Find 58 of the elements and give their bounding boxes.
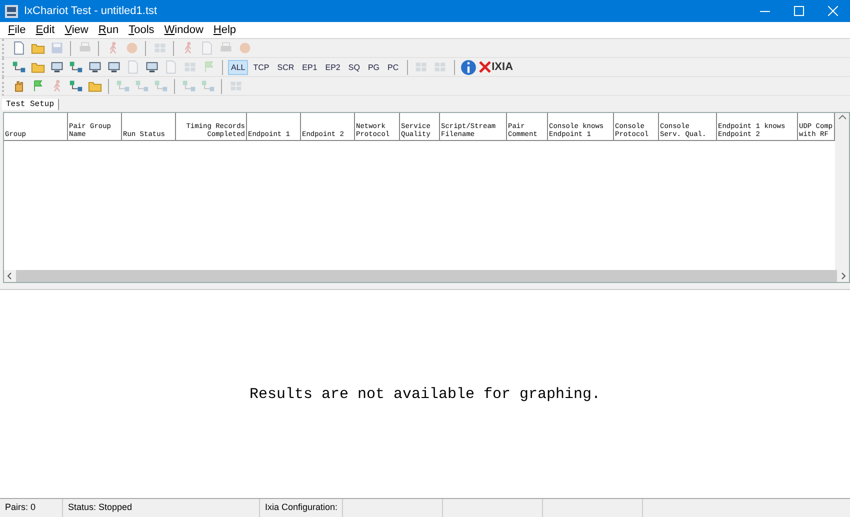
stop-icon: [124, 41, 138, 55]
computer-icon: [106, 60, 120, 74]
status-text: Status: Stopped: [63, 499, 260, 517]
menu-item[interactable]: Edit: [30, 24, 60, 36]
grid-icon: [228, 79, 242, 93]
filter-button[interactable]: SCR: [274, 60, 298, 74]
horizontal-scrollbar[interactable]: [4, 270, 849, 282]
nodes-icon: [200, 79, 214, 93]
document-icon: [200, 41, 214, 55]
nodes-icon: [154, 79, 168, 93]
nodes-icon: [134, 79, 148, 93]
vertical-scrollbar[interactable]: [835, 113, 849, 270]
grid-icon: [182, 60, 196, 74]
grid-icon: [433, 60, 448, 74]
folder-icon: [88, 79, 102, 93]
filter-button[interactable]: TCP: [250, 60, 272, 74]
nodes-icon: [12, 60, 26, 74]
document-icon: [126, 60, 140, 74]
computer-icon: [144, 60, 158, 74]
scroll-left-icon[interactable]: [6, 272, 14, 280]
scroll-up-icon[interactable]: [838, 113, 846, 122]
computer-icon: [88, 60, 102, 74]
status-text: Ixia Configuration:: [260, 499, 343, 517]
menu-item[interactable]: File: [3, 24, 31, 36]
info-icon[interactable]: [460, 58, 477, 76]
filter-button[interactable]: PG: [364, 60, 382, 74]
logo-text: IXIA: [492, 61, 514, 73]
filter-button[interactable]: EP1: [299, 60, 320, 74]
filter-button[interactable]: SQ: [345, 60, 363, 74]
computer-icon: [50, 60, 64, 74]
filter-button[interactable]: ALL: [228, 60, 248, 74]
menu-item[interactable]: View: [60, 24, 94, 36]
document-icon: [164, 60, 178, 74]
app-icon: [5, 4, 18, 18]
close-icon: [828, 6, 838, 16]
window-title: IxChariot Test - untitled1.tst: [24, 5, 158, 17]
status-text: Pairs: 0: [0, 499, 63, 517]
tab[interactable]: Test Setup: [2, 99, 60, 110]
folder-icon: [30, 41, 44, 55]
menu-item[interactable]: Help: [208, 24, 242, 36]
folder-icon: [30, 60, 44, 74]
menu-item[interactable]: Tools: [124, 24, 160, 36]
scroll-right-icon[interactable]: [839, 272, 847, 280]
filter-button[interactable]: EP2: [322, 60, 344, 74]
nodes-icon: [68, 60, 82, 74]
stop-icon: [238, 41, 252, 55]
x-mark-icon: [478, 61, 491, 73]
grid-icon: [414, 60, 428, 74]
nodes-icon: [182, 79, 196, 93]
menu-item[interactable]: Window: [159, 24, 208, 36]
filter-button[interactable]: PC: [384, 60, 402, 74]
graph-message: Results are not available for graphing.: [249, 385, 601, 403]
document-icon: [12, 41, 26, 55]
maximize-icon: [794, 6, 804, 16]
menu-item[interactable]: Run: [93, 24, 124, 36]
nodes-icon: [116, 79, 130, 93]
grid-icon: [152, 41, 166, 55]
nodes-icon: [68, 79, 82, 93]
